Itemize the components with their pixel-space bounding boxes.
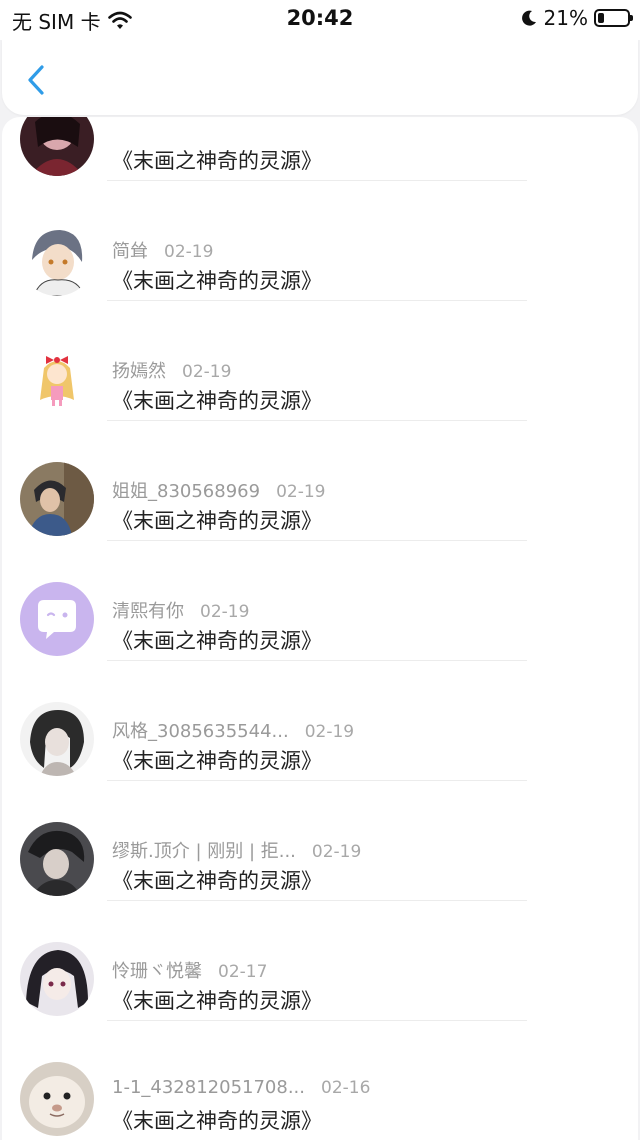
- comment-meta: 怜珊ヾ悦馨 02-17: [112, 957, 267, 983]
- comment-text: 《末画之神奇的灵源》: [112, 149, 322, 173]
- avatar[interactable]: [20, 462, 94, 536]
- status-bar: 无 SIM 卡 20:42 21%: [0, 0, 640, 40]
- username[interactable]: 1-1_432812051708...: [112, 1077, 305, 1098]
- avatar[interactable]: [20, 702, 94, 776]
- comment-text: 《末画之神奇的灵源》: [112, 749, 322, 773]
- comment-meta: 清熙有你 02-19: [112, 597, 249, 623]
- comment-date: 02-19: [276, 482, 326, 502]
- avatar[interactable]: [20, 342, 94, 416]
- chevron-left-icon[interactable]: [22, 60, 52, 100]
- comment-text: 《末画之神奇的灵源》: [112, 509, 322, 533]
- comment-date: 02-19: [311, 842, 362, 862]
- comment-text: 《末画之神奇的灵源》: [112, 1109, 322, 1133]
- username[interactable]: 怜珊ヾ悦馨: [112, 961, 202, 982]
- status-right: 21%: [520, 6, 633, 30]
- username[interactable]: 姐姐_830568969: [112, 481, 260, 502]
- moon-icon: [521, 10, 536, 26]
- username[interactable]: 扬嫣然: [112, 361, 166, 382]
- username[interactable]: 风格_3085635544...: [112, 721, 289, 742]
- default-avatar-icon[interactable]: [20, 582, 94, 656]
- comment-date: 02-17: [218, 962, 268, 982]
- battery-icon: [594, 9, 633, 27]
- list-item[interactable]: 姐姐_830568969 02-19 《末画之神奇的灵源》: [2, 420, 638, 540]
- comment-text: 《末画之神奇的灵源》: [112, 269, 322, 293]
- list-item[interactable]: 《末画之神奇的灵源》: [2, 117, 638, 180]
- comment-date: 02-19: [182, 362, 232, 382]
- comment-date: 02-19: [304, 722, 355, 742]
- avatar[interactable]: [20, 942, 94, 1016]
- list-item[interactable]: 风格_3085635544... 02-19 《末画之神奇的灵源》: [2, 660, 638, 780]
- nav-bar: [2, 40, 638, 115]
- comment-meta: 缪斯.顶介 | 刚别 | 拒... 02-19: [112, 837, 361, 863]
- comment-meta: 1-1_432812051708... 02-16: [112, 1077, 370, 1098]
- comment-text: 《末画之神奇的灵源》: [112, 389, 322, 413]
- comment-date: 02-19: [164, 242, 214, 262]
- avatar[interactable]: [20, 117, 94, 176]
- list-item[interactable]: 简耸 02-19 《末画之神奇的灵源》: [2, 180, 638, 300]
- comment-text: 《末画之神奇的灵源》: [112, 989, 322, 1013]
- list-item[interactable]: 清熙有你 02-19 《末画之神奇的灵源》: [2, 540, 638, 660]
- battery-percent: 21%: [543, 6, 588, 30]
- comment-meta: 姐姐_830568969 02-19: [112, 477, 325, 503]
- list-item[interactable]: 1-1_432812051708... 02-16 《末画之神奇的灵源》: [2, 1020, 638, 1140]
- comment-list: 《末画之神奇的灵源》 简耸 02-19 《末画之神奇的灵源》 扬嫣然 02-19…: [2, 117, 638, 1140]
- comment-meta: 简耸 02-19: [112, 237, 213, 263]
- comment-meta: 扬嫣然 02-19: [112, 357, 231, 383]
- list-item[interactable]: 扬嫣然 02-19 《末画之神奇的灵源》: [2, 300, 638, 420]
- comment-date: 02-16: [321, 1078, 371, 1098]
- avatar[interactable]: [20, 822, 94, 896]
- avatar[interactable]: [20, 222, 94, 296]
- comment-text: 《末画之神奇的灵源》: [112, 629, 322, 653]
- list-item[interactable]: 缪斯.顶介 | 刚别 | 拒... 02-19 《末画之神奇的灵源》: [2, 780, 638, 900]
- comment-meta: 风格_3085635544... 02-19: [112, 717, 354, 743]
- avatar[interactable]: [20, 1062, 94, 1136]
- list-item[interactable]: 怜珊ヾ悦馨 02-17 《末画之神奇的灵源》: [2, 900, 638, 1020]
- username[interactable]: 缪斯.顶介 | 刚别 | 拒...: [112, 841, 296, 862]
- comment-text: 《末画之神奇的灵源》: [112, 869, 322, 893]
- comment-date: 02-19: [200, 602, 250, 622]
- username[interactable]: 简耸: [112, 241, 148, 262]
- username[interactable]: 清熙有你: [112, 601, 184, 622]
